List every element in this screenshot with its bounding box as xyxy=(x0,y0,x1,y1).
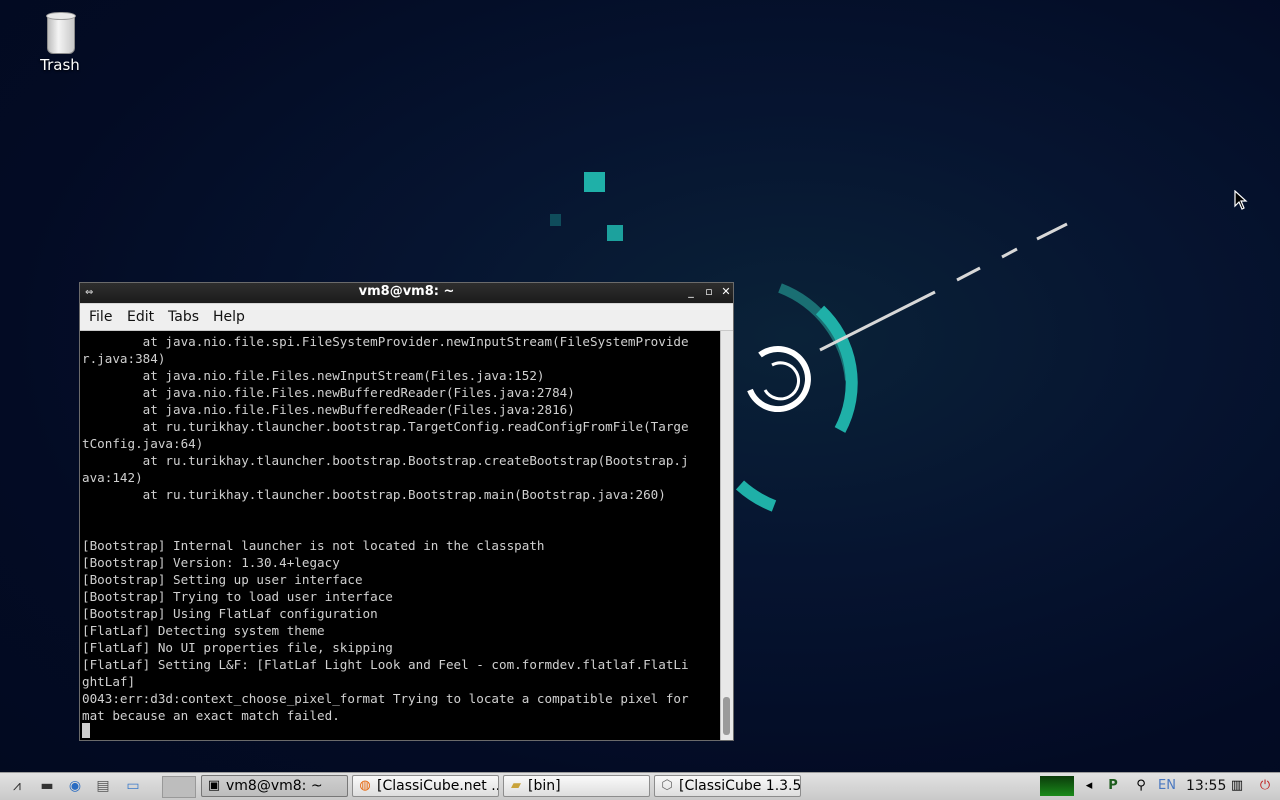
folder-icon: ▰ xyxy=(511,778,521,793)
trash-icon xyxy=(46,12,76,54)
task-bin-folder[interactable]: ▰ [bin] xyxy=(503,775,650,797)
terminal-titlebar[interactable]: ⇔ vm8@vm8: ~ _ ▫ ✕ xyxy=(80,283,733,303)
menu-help[interactable]: Help xyxy=(213,309,245,325)
terminal-cursor xyxy=(82,723,90,738)
lock-screen-icon[interactable]: ▥ xyxy=(1228,776,1246,796)
taskbar: ⩘ ▬ ◉ ▤ ▭ ▣ vm8@vm8: ~ ◍ [ClassiCube.net… xyxy=(0,772,1280,800)
terminal-menubar: File Edit Tabs Help xyxy=(80,304,733,331)
workspace-switcher[interactable] xyxy=(162,776,196,798)
task-terminal-label: vm8@vm8: ~ xyxy=(226,778,323,794)
firefox-icon: ◍ xyxy=(359,778,371,793)
volume-icon[interactable]: ◂ xyxy=(1080,776,1098,796)
decor-dashed-line xyxy=(819,222,1068,352)
cpu-monitor-icon[interactable] xyxy=(1040,776,1074,796)
scrollbar-thumb[interactable] xyxy=(723,697,730,735)
power-icon[interactable]: ⏻ xyxy=(1256,776,1274,796)
terminal-output-area[interactable]: at java.nio.file.spi.FileSystemProvider.… xyxy=(80,331,720,740)
desktop-trash-label: Trash xyxy=(40,56,80,74)
maximize-icon[interactable]: ▫ xyxy=(703,286,715,298)
menu-file[interactable]: File xyxy=(89,309,112,325)
menu-edit[interactable]: Edit xyxy=(127,309,154,325)
terminal-output: at java.nio.file.spi.FileSystemProvider.… xyxy=(82,334,689,723)
browser-icon[interactable]: ◉ xyxy=(64,776,86,796)
task-firefox-label: [ClassiCube.net ... xyxy=(377,778,499,794)
close-icon[interactable]: ✕ xyxy=(720,286,732,298)
decor-square xyxy=(607,225,623,241)
decor-square xyxy=(550,214,561,226)
clock[interactable]: 13:55 xyxy=(1186,776,1226,796)
search-icon[interactable]: ⚲ xyxy=(1132,776,1150,796)
task-classicube[interactable]: ⬡ [ClassiCube 1.3.5] xyxy=(654,775,801,797)
desktop-trash[interactable]: Trash xyxy=(30,12,90,74)
clipboard-icon[interactable]: P xyxy=(1104,776,1122,796)
start-menu-icon[interactable]: ⩘ xyxy=(6,776,28,796)
task-classicube-label: [ClassiCube 1.3.5] xyxy=(679,778,801,794)
terminal-title: vm8@vm8: ~ xyxy=(358,284,455,299)
file-manager-icon[interactable]: ▤ xyxy=(92,776,114,796)
terminal-scrollbar[interactable] xyxy=(720,331,733,740)
keyboard-layout[interactable]: EN xyxy=(1156,776,1178,796)
minimize-icon[interactable]: _ xyxy=(685,286,697,298)
cube-icon: ⬡ xyxy=(661,778,673,793)
terminal-icon: ▣ xyxy=(207,778,221,793)
mouse-pointer-icon xyxy=(1234,190,1248,210)
menu-tabs[interactable]: Tabs xyxy=(168,309,199,325)
task-firefox[interactable]: ◍ [ClassiCube.net ... xyxy=(352,775,499,797)
task-bin-label: [bin] xyxy=(528,778,561,794)
task-terminal[interactable]: ▣ vm8@vm8: ~ xyxy=(201,775,348,797)
desktop-icon[interactable]: ▭ xyxy=(122,776,144,796)
minimize-all-icon[interactable]: ▬ xyxy=(36,776,58,796)
decor-square xyxy=(584,172,605,192)
terminal-window[interactable]: ⇔ vm8@vm8: ~ _ ▫ ✕ File Edit Tabs Help a… xyxy=(79,282,734,741)
